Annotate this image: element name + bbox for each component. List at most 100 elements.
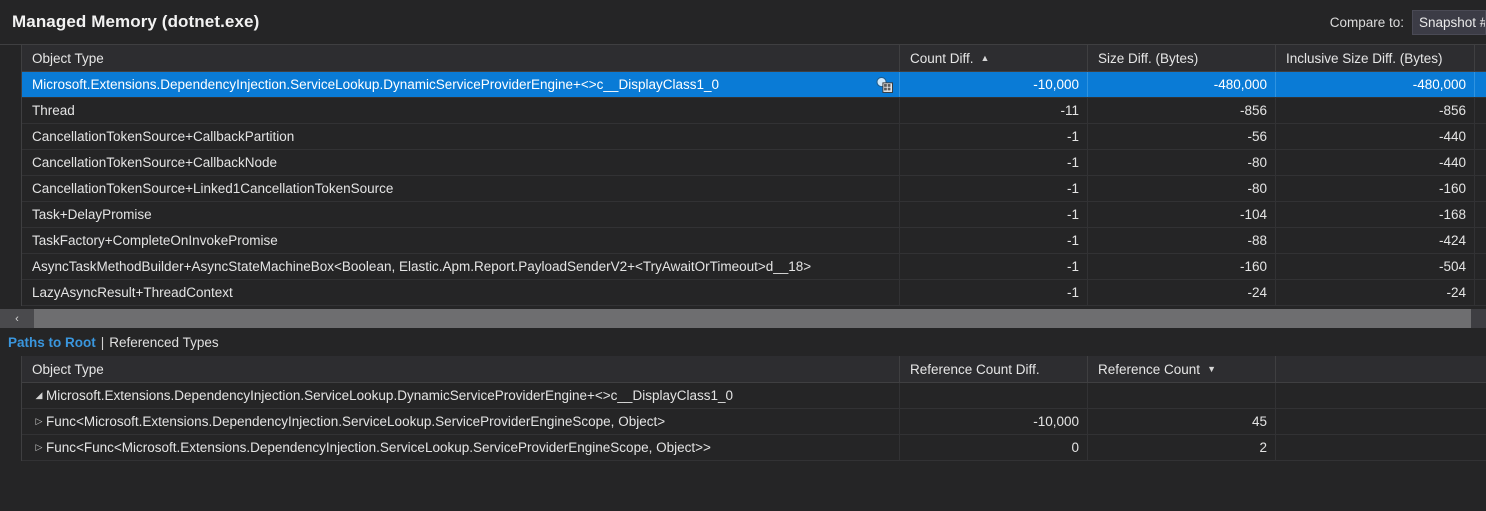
grid-gutter	[0, 45, 22, 306]
cell-reference-count: 2	[1088, 435, 1276, 460]
cell-inclusive-size-diff: -440	[1276, 150, 1475, 175]
column-header-size-diff[interactable]: Size Diff. (Bytes)	[1088, 45, 1276, 71]
view-instances-icon[interactable]	[876, 76, 893, 93]
table-row[interactable]: Microsoft.Extensions.DependencyInjection…	[22, 72, 1486, 98]
table-row[interactable]: TaskFactory+CompleteOnInvokePromise -1 -…	[22, 228, 1486, 254]
cell-object-type: Task+DelayPromise	[22, 202, 900, 227]
cell-size-diff: -56	[1088, 124, 1276, 149]
cell-count-diff: -1	[900, 228, 1088, 253]
column-header-object-type[interactable]: Object Type	[22, 45, 900, 71]
cell-size-diff: -160	[1088, 254, 1276, 279]
tab-paths-to-root[interactable]: Paths to Root	[8, 335, 96, 350]
table-row[interactable]: Task+DelayPromise -1 -104 -168	[22, 202, 1486, 228]
cell-inclusive-size-diff: -168	[1276, 202, 1475, 227]
cell-object-type: Thread	[22, 98, 900, 123]
object-type-grid-header: Object Type Count Diff. ▲ Size Diff. (By…	[22, 45, 1486, 72]
cell-inclusive-size-diff: -424	[1276, 228, 1475, 253]
compare-to-control: Compare to: Snapshot #	[1330, 0, 1486, 45]
cell-count-diff: -10,000	[900, 72, 1088, 97]
cell-reference-count: 45	[1088, 409, 1276, 434]
column-header-label: Count Diff.	[910, 50, 974, 66]
cell-size-diff: -88	[1088, 228, 1276, 253]
cell-size-diff: -80	[1088, 176, 1276, 201]
column-header-label: Inclusive Size Diff. (Bytes)	[1286, 50, 1443, 66]
table-row[interactable]: CancellationTokenSource+Linked1Cancellat…	[22, 176, 1486, 202]
paths-to-root-grid: Object Type Reference Count Diff. Refere…	[0, 356, 1486, 461]
object-type-label: Microsoft.Extensions.DependencyInjection…	[46, 388, 733, 403]
cell-reference-count-diff: 0	[900, 435, 1088, 460]
column-header-label: Size Diff. (Bytes)	[1098, 50, 1199, 66]
grid-gutter	[0, 356, 22, 461]
table-row[interactable]: CancellationTokenSource+CallbackNode -1 …	[22, 150, 1486, 176]
snapshot-select[interactable]: Snapshot #	[1412, 10, 1486, 35]
object-type-label: Func<Func<Microsoft.Extensions.Dependenc…	[46, 440, 711, 455]
cell-count-diff: -1	[900, 280, 1088, 305]
tree-row[interactable]: ▷ Func<Func<Microsoft.Extensions.Depende…	[22, 435, 1486, 461]
column-header-inclusive-size-diff[interactable]: Inclusive Size Diff. (Bytes)	[1276, 45, 1475, 71]
table-row[interactable]: AsyncTaskMethodBuilder+AsyncStateMachine…	[22, 254, 1486, 280]
scrollbar-thumb[interactable]	[34, 309, 1472, 328]
cell-overflow	[1475, 202, 1486, 227]
cell-inclusive-size-diff: -504	[1276, 254, 1475, 279]
cell-size-diff: -80	[1088, 150, 1276, 175]
cell-overflow	[1475, 228, 1486, 253]
column-header-count-diff[interactable]: Count Diff. ▲	[900, 45, 1088, 71]
cell-size-diff: -480,000	[1088, 72, 1276, 97]
cell-overflow	[1475, 150, 1486, 175]
expander-collapsed-icon[interactable]: ▷	[32, 417, 46, 426]
cell-count-diff: -1	[900, 202, 1088, 227]
cell-count-diff: -1	[900, 254, 1088, 279]
cell-inclusive-size-diff: -160	[1276, 176, 1475, 201]
cell-inclusive-size-diff: -856	[1276, 98, 1475, 123]
column-header-label: Object Type	[32, 50, 104, 66]
cell-object-type: CancellationTokenSource+CallbackPartitio…	[22, 124, 900, 149]
cell-object-type: LazyAsyncResult+ThreadContext	[22, 280, 900, 305]
cell-object-type: CancellationTokenSource+CallbackNode	[22, 150, 900, 175]
page-title: Managed Memory (dotnet.exe)	[12, 12, 260, 31]
expander-expanded-icon[interactable]: ◢	[32, 391, 46, 400]
object-type-label: Microsoft.Extensions.DependencyInjection…	[32, 77, 719, 92]
cell-inclusive-size-diff: -24	[1276, 280, 1475, 305]
sort-ascending-icon: ▲	[980, 52, 990, 63]
table-row[interactable]: LazyAsyncResult+ThreadContext -1 -24 -24	[22, 280, 1486, 306]
object-type-label: Func<Microsoft.Extensions.DependencyInje…	[46, 414, 666, 429]
column-header-label: Object Type	[32, 361, 104, 377]
cell-object-type: AsyncTaskMethodBuilder+AsyncStateMachine…	[22, 254, 900, 279]
cell-count-diff: -1	[900, 124, 1088, 149]
scroll-left-icon[interactable]: ‹	[0, 309, 34, 328]
expander-collapsed-icon[interactable]: ▷	[32, 443, 46, 452]
cell-reference-count-diff	[900, 383, 1088, 408]
cell-count-diff: -11	[900, 98, 1088, 123]
tree-row[interactable]: ◢ Microsoft.Extensions.DependencyInjecti…	[22, 383, 1486, 409]
cell-overflow	[1475, 280, 1486, 305]
cell-object-type: Microsoft.Extensions.DependencyInjection…	[22, 72, 900, 97]
cell-count-diff: -1	[900, 176, 1088, 201]
cell-overflow	[1475, 98, 1486, 123]
cell-size-diff: -856	[1088, 98, 1276, 123]
cell-reference-count-diff: -10,000	[900, 409, 1088, 434]
column-header-reference-count-diff[interactable]: Reference Count Diff.	[900, 356, 1088, 382]
cell-overflow	[1276, 435, 1484, 460]
column-header-object-type[interactable]: Object Type	[22, 356, 900, 382]
horizontal-scrollbar[interactable]: ‹	[0, 309, 1486, 328]
cell-overflow	[1475, 72, 1486, 97]
tree-row[interactable]: ▷ Func<Microsoft.Extensions.DependencyIn…	[22, 409, 1486, 435]
cell-object-type: ◢ Microsoft.Extensions.DependencyInjecti…	[22, 383, 900, 408]
cell-overflow	[1276, 383, 1484, 408]
tab-referenced-types[interactable]: Referenced Types	[109, 335, 218, 350]
cell-object-type: TaskFactory+CompleteOnInvokePromise	[22, 228, 900, 253]
table-row[interactable]: CancellationTokenSource+CallbackPartitio…	[22, 124, 1486, 150]
tab-separator: |	[100, 334, 105, 350]
column-header-overflow	[1475, 45, 1486, 71]
column-header-reference-count[interactable]: Reference Count ▼	[1088, 356, 1276, 382]
cell-overflow	[1475, 124, 1486, 149]
cell-size-diff: -24	[1088, 280, 1276, 305]
cell-count-diff: -1	[900, 150, 1088, 175]
cell-object-type: ▷ Func<Func<Microsoft.Extensions.Depende…	[22, 435, 900, 460]
cell-inclusive-size-diff: -480,000	[1276, 72, 1475, 97]
table-row[interactable]: Thread -11 -856 -856	[22, 98, 1486, 124]
detail-tabs: Paths to Root | Referenced Types	[0, 328, 1486, 356]
object-type-grid: Object Type Count Diff. ▲ Size Diff. (By…	[0, 45, 1486, 306]
paths-to-root-grid-header: Object Type Reference Count Diff. Refere…	[22, 356, 1486, 383]
scrollbar-track[interactable]	[34, 309, 1486, 328]
